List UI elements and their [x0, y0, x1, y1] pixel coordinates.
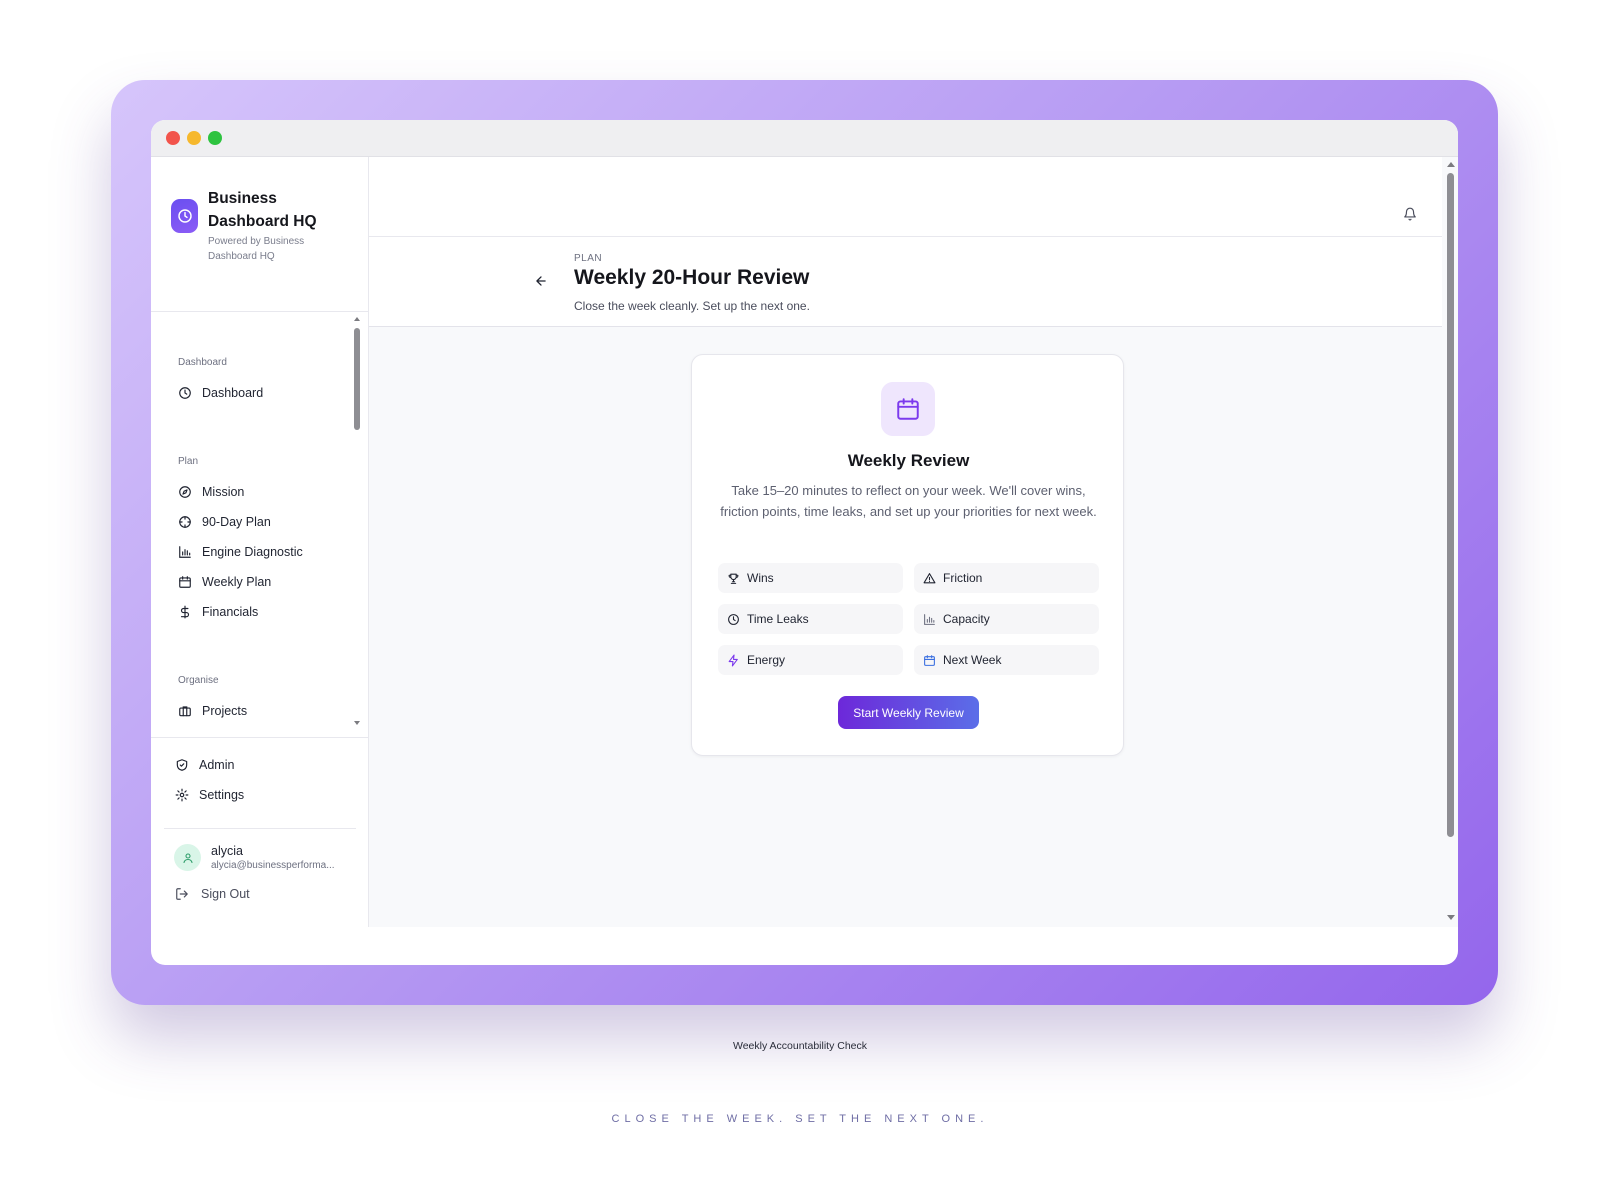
- sidebar-item-label: Projects: [202, 704, 248, 718]
- page-header: PLAN Weekly 20-Hour Review Close the wee…: [369, 237, 1442, 327]
- sidebar-item-label: Admin: [199, 758, 235, 772]
- section-label-plan: Plan: [178, 456, 199, 467]
- minimize-window-button[interactable]: [187, 131, 201, 145]
- topic-time-leaks[interactable]: Time Leaks: [718, 604, 903, 634]
- clock-icon: [728, 613, 739, 625]
- sidebar-item-label: Mission: [202, 485, 245, 499]
- top-bar: [369, 157, 1442, 237]
- sidebar-item-projects[interactable]: Projects: [178, 700, 247, 722]
- scroll-up-arrow[interactable]: [354, 317, 360, 321]
- sign-out-button[interactable]: Sign Out: [175, 887, 250, 901]
- calendar-icon: [924, 654, 935, 666]
- user-name: alycia: [211, 844, 243, 858]
- topic-friction[interactable]: Friction: [914, 563, 1099, 593]
- page-subtitle: Close the week cleanly. Set up the next …: [574, 299, 810, 313]
- divider: [164, 828, 356, 829]
- dollar-icon: [180, 605, 190, 619]
- sidebar-item-label: Dashboard: [202, 386, 264, 400]
- scroll-up-arrow[interactable]: [1447, 162, 1455, 167]
- shield-check-icon: [176, 759, 188, 771]
- bar-chart-icon: [179, 546, 191, 558]
- lightning-icon: [728, 654, 738, 666]
- brand-text: Business Dashboard HQ Powered by Busines…: [208, 187, 317, 263]
- topic-label: Friction: [943, 571, 983, 585]
- clock-icon: [171, 199, 198, 233]
- card-description: Take 15–20 minutes to reflect on your we…: [720, 483, 1097, 519]
- topic-wins[interactable]: Wins: [718, 563, 903, 593]
- section-label-organise: Organise: [178, 675, 219, 686]
- weekly-review-card: Weekly Review Take 15–20 minutes to refl…: [691, 354, 1124, 756]
- tagline: CLOSE THE WEEK. SET THE NEXT ONE.: [611, 1113, 989, 1125]
- divider: [151, 737, 369, 738]
- close-window-button[interactable]: [166, 131, 180, 145]
- briefcase-icon: [179, 706, 191, 717]
- app-window: Business Dashboard HQ Powered by Busines…: [151, 120, 1458, 965]
- main-scroll-thumb[interactable]: [1447, 173, 1454, 837]
- sidebar-item-label: Financials: [202, 605, 259, 619]
- sidebar: Business Dashboard HQ Powered by Busines…: [151, 157, 369, 927]
- brand-name-line1: Business: [208, 190, 277, 207]
- sidebar-item-90-day-plan[interactable]: 90-Day Plan: [178, 511, 271, 533]
- topic-energy[interactable]: Energy: [718, 645, 903, 675]
- bar-chart-icon: [924, 613, 935, 625]
- calendar-icon: [881, 382, 935, 436]
- start-weekly-review-button[interactable]: Start Weekly Review: [838, 696, 979, 729]
- target-icon: [179, 516, 191, 528]
- scroll-down-arrow[interactable]: [1447, 915, 1455, 920]
- topic-label: Time Leaks: [747, 612, 809, 626]
- sidebar-scroll-thumb[interactable]: [354, 328, 360, 430]
- calendar-icon: [179, 576, 191, 588]
- user-email: alycia@businessperforma...: [211, 860, 335, 871]
- sidebar-item-weekly-plan[interactable]: Weekly Plan: [178, 571, 271, 593]
- main-content: PLAN Weekly 20-Hour Review Close the wee…: [369, 157, 1458, 927]
- breadcrumb: PLAN: [574, 253, 603, 264]
- topic-label: Next Week: [943, 653, 1002, 667]
- topic-capacity[interactable]: Capacity: [914, 604, 1099, 634]
- trophy-icon: [728, 573, 739, 584]
- page-title: Weekly 20-Hour Review: [574, 266, 810, 289]
- topic-label: Wins: [747, 571, 774, 585]
- sidebar-item-dashboard[interactable]: Dashboard: [178, 382, 263, 404]
- topic-label: Energy: [747, 653, 786, 667]
- brand-name-line2: Dashboard HQ: [208, 213, 317, 230]
- main-scrollbar[interactable]: [1442, 157, 1458, 927]
- sidebar-item-mission[interactable]: Mission: [178, 481, 244, 503]
- sidebar-item-label: Engine Diagnostic: [202, 545, 303, 559]
- user-icon: [182, 852, 193, 863]
- sidebar-item-label: 90-Day Plan: [202, 515, 271, 529]
- sidebar-scrollbar[interactable]: [353, 315, 361, 735]
- topic-next-week[interactable]: Next Week: [914, 645, 1099, 675]
- sidebar-nav: Dashboard Dashboard Plan Mission 90-Day …: [151, 312, 369, 737]
- avatar: [174, 844, 201, 871]
- compass-icon: [179, 486, 191, 498]
- brand-sub-line2: Dashboard HQ: [208, 251, 275, 262]
- sidebar-item-label: Settings: [199, 788, 245, 802]
- maximize-window-button[interactable]: [208, 131, 222, 145]
- sidebar-item-admin[interactable]: Admin: [175, 754, 234, 776]
- sidebar-item-engine-diagnostic[interactable]: Engine Diagnostic: [178, 541, 303, 563]
- scroll-down-arrow[interactable]: [354, 721, 360, 725]
- sidebar-item-label: Weekly Plan: [202, 575, 272, 589]
- warning-icon: [923, 572, 936, 583]
- clock-icon: [179, 387, 191, 399]
- caption: Weekly Accountability Check: [732, 1040, 868, 1052]
- brand: Business Dashboard HQ Powered by Busines…: [171, 187, 361, 263]
- window-titlebar: [151, 120, 1458, 157]
- user-text: alycia alycia@businessperforma...: [211, 844, 341, 871]
- card-title: Weekly Review: [847, 451, 970, 470]
- sign-out-label: Sign Out: [201, 887, 250, 901]
- app-body: Business Dashboard HQ Powered by Busines…: [151, 157, 1458, 965]
- sidebar-item-settings[interactable]: Settings: [175, 784, 244, 806]
- brand-sub-line1: Powered by Business: [208, 236, 305, 247]
- gear-icon: [175, 788, 189, 802]
- section-label-dashboard: Dashboard: [178, 357, 227, 368]
- sign-out-icon: [176, 888, 188, 900]
- user-profile[interactable]: alycia alycia@businessperforma...: [174, 844, 341, 871]
- presentation-frame: Business Dashboard HQ Powered by Busines…: [111, 80, 1498, 1005]
- sidebar-item-financials[interactable]: Financials: [178, 601, 258, 623]
- topic-label: Capacity: [943, 612, 990, 626]
- arrow-left-icon[interactable]: [534, 274, 548, 288]
- bell-icon[interactable]: [1403, 207, 1417, 221]
- review-topics: Wins Friction Time Leaks Capacity Energy…: [718, 563, 1099, 675]
